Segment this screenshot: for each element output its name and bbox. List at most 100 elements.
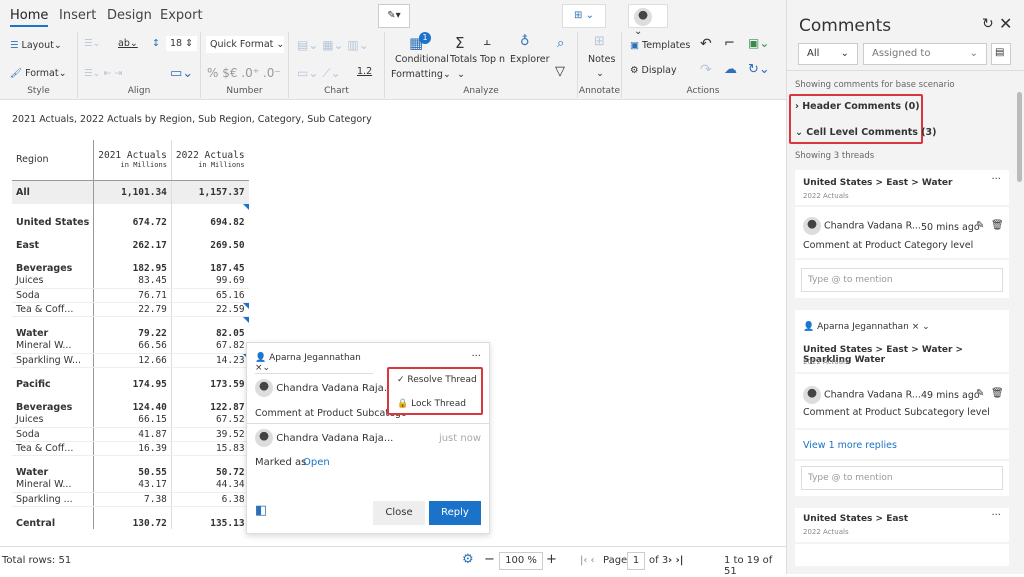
row-label[interactable]: Pacific <box>12 367 95 390</box>
font-size-input[interactable]: 18 ⇕ <box>166 36 198 51</box>
notes-button[interactable]: Notes <box>588 54 615 65</box>
row-label[interactable]: Mineral W... <box>12 339 95 354</box>
cell-2022[interactable]: 99.69 <box>171 274 249 289</box>
filter-icon[interactable]: ▽ <box>555 64 565 79</box>
display-button[interactable]: ⚙ Display <box>630 65 677 76</box>
cell-2021[interactable]: 182.95 <box>93 251 172 274</box>
row-label[interactable]: Beverages <box>12 251 95 274</box>
header-region[interactable]: Region <box>12 140 95 181</box>
page-input[interactable]: 1 <box>627 552 645 570</box>
cell-2022[interactable]: 15.83 <box>171 441 249 456</box>
row-label[interactable]: All <box>12 180 95 204</box>
close-icon[interactable]: ✕ <box>999 14 1012 33</box>
cell-2021[interactable]: 12.66 <box>93 353 172 368</box>
gear-icon[interactable]: ⚙ <box>462 552 474 567</box>
undo-icon[interactable]: ↶ <box>700 36 712 52</box>
mention-input[interactable]: Type @ to mention <box>801 268 1003 292</box>
cell-2022[interactable]: 67.52 <box>171 413 249 428</box>
edit-icon[interactable]: ✎ <box>976 388 984 399</box>
cell-2022[interactable]: 65.16 <box>171 288 249 303</box>
cell-2022[interactable]: 39.52 <box>171 427 249 442</box>
zoom-in-button[interactable]: + <box>546 552 557 567</box>
more-icon[interactable]: ··· <box>471 351 481 362</box>
zoom-out-button[interactable]: − <box>484 552 495 567</box>
zoom-input[interactable]: 100 % <box>499 552 543 570</box>
view-more-replies-link[interactable]: View 1 more replies <box>803 440 897 451</box>
assignee-chip[interactable]: 👤 Aparna Jegannathan ×⌄ <box>255 353 373 374</box>
border-icon[interactable]: ▭⌄ <box>170 66 193 81</box>
more-icon[interactable]: ··· <box>991 510 1001 521</box>
topn-button[interactable]: Top n <box>480 54 505 65</box>
search-icon[interactable]: ⌕ <box>557 36 564 51</box>
quick-format-select[interactable]: Quick Format ⌄ <box>206 36 284 53</box>
assigned-select[interactable]: Assigned to ⌄ <box>863 43 987 65</box>
delete-icon[interactable]: 🗑 <box>991 220 1004 231</box>
thread-path[interactable]: United States > East <box>803 514 908 524</box>
close-icon[interactable]: × <box>255 363 263 373</box>
cell-2021[interactable]: 124.40 <box>93 390 172 413</box>
row-label[interactable]: Sparkling W... <box>12 353 95 368</box>
first-page-button[interactable]: |‹ ‹ <box>580 555 595 566</box>
delete-icon[interactable]: 🗑 <box>991 388 1004 399</box>
panel-toggle-icon[interactable]: ◧ <box>255 503 267 518</box>
resolve-thread-item[interactable]: ✓ Resolve Thread <box>397 375 477 385</box>
lock-thread-item[interactable]: 🔒 Lock Thread <box>397 399 466 409</box>
cell-2022[interactable]: 694.82 <box>171 204 249 228</box>
cell-2021[interactable]: 1,101.34 <box>93 180 172 204</box>
cell-2021[interactable]: 16.39 <box>93 441 172 456</box>
cell-2021[interactable]: 174.95 <box>93 367 172 390</box>
conditional-formatting-button[interactable]: Conditional <box>395 54 449 65</box>
cell-2022[interactable]: 14.23 <box>171 353 249 368</box>
next-page-button[interactable]: › ›| <box>668 555 683 566</box>
row-label[interactable]: Beverages <box>12 390 95 413</box>
row-label[interactable]: Soda <box>12 288 95 303</box>
reply-button[interactable]: Reply <box>429 501 481 525</box>
scrollbar[interactable] <box>1017 92 1022 182</box>
header-2022[interactable]: 2022 Actuals in Millions <box>171 140 249 181</box>
refresh-icon[interactable]: ↻⌄ <box>748 62 770 77</box>
cell-2021[interactable]: 41.87 <box>93 427 172 442</box>
close-button[interactable]: Close <box>373 501 425 525</box>
row-label[interactable]: Tea & Coff... <box>12 302 95 317</box>
cell-2022[interactable]: 44.34 <box>171 478 249 493</box>
cell-2022[interactable]: 269.50 <box>171 228 248 251</box>
cell-2022[interactable]: 67.82 <box>171 339 249 354</box>
chart-type-icons[interactable]: ▤⌄ ▦⌄ ▥⌄ <box>297 38 369 52</box>
cell-2021[interactable]: 43.17 <box>93 478 172 493</box>
chevron-down-icon[interactable]: ⌄ <box>457 69 465 80</box>
ruler-icon[interactable]: ⌐ <box>724 36 735 51</box>
cell-2021[interactable]: 50.55 <box>93 455 172 478</box>
assignee-chip[interactable]: 👤 Aparna Jegannathan × ⌄ <box>803 322 930 332</box>
row-label[interactable]: Juices <box>12 413 95 428</box>
cell-2021[interactable]: 130.72 <box>93 506 172 529</box>
cell-2022[interactable]: 187.45 <box>171 251 248 274</box>
tab-design[interactable]: Design <box>107 8 152 23</box>
edit-mode-button[interactable]: ✎▾ <box>378 4 410 28</box>
tab-export[interactable]: Export <box>160 8 203 23</box>
cell-2021[interactable]: 22.79 <box>93 302 172 317</box>
edit-icon[interactable]: ✎ <box>976 220 984 231</box>
mention-input[interactable]: Type @ to mention <box>801 466 1003 490</box>
totals-button[interactable]: Totals <box>450 54 477 65</box>
text-wrap-icon[interactable]: ab⌄ <box>118 38 138 49</box>
decimal-button[interactable]: 1.2 <box>357 66 372 77</box>
row-label[interactable]: Water <box>12 455 95 478</box>
cell-2022[interactable]: 50.72 <box>171 455 248 478</box>
comment-button[interactable]: ⊞ ⌄ <box>562 4 606 28</box>
status-link[interactable]: Open <box>303 457 330 468</box>
tab-home[interactable]: Home <box>10 8 49 27</box>
cell-2021[interactable]: 66.56 <box>93 339 172 354</box>
row-label[interactable]: United States <box>12 204 95 228</box>
thread-path[interactable]: United States > East > Water <box>803 178 952 188</box>
templates-button[interactable]: ▣ Templates <box>630 40 690 51</box>
layout-button[interactable]: ☰ Layout⌄ <box>10 40 62 51</box>
formatting-dropdown[interactable]: Formatting⌄ <box>391 69 451 80</box>
excel-icon[interactable]: ▣⌄ <box>748 36 769 50</box>
close-icon[interactable]: × <box>912 322 920 332</box>
chart-line-icons[interactable]: ▭⌄ ⟋⌄ <box>297 66 341 81</box>
cell-2022[interactable]: 1,157.37 <box>171 180 249 204</box>
cell-2021[interactable]: 7.38 <box>93 492 172 507</box>
cloud-upload-icon[interactable]: ☁ <box>724 62 737 77</box>
refresh-icon[interactable]: ↻ <box>982 16 994 32</box>
cell-2021[interactable]: 83.45 <box>93 274 172 289</box>
